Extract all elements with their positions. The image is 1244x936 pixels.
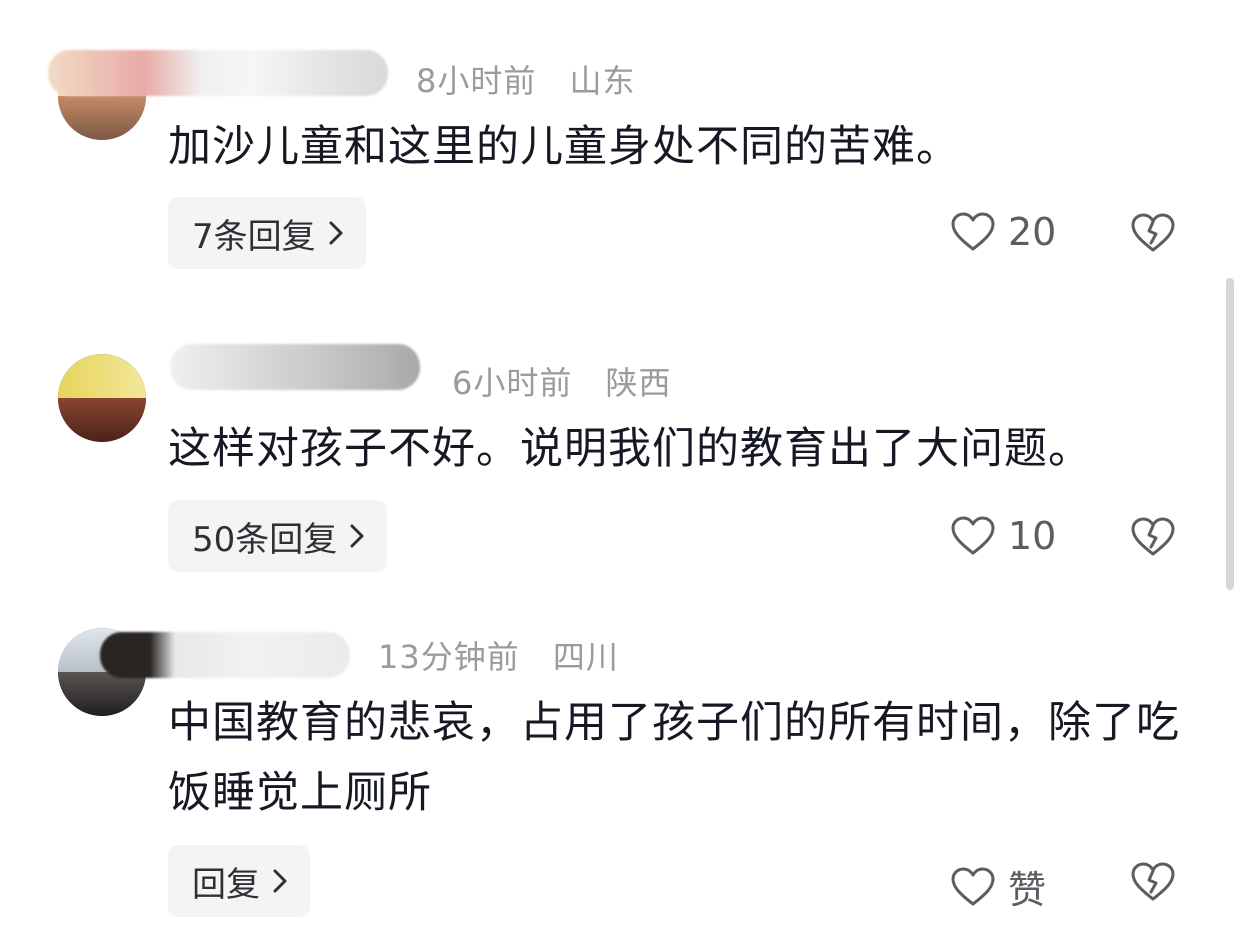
broken-heart-icon[interactable]: [1130, 516, 1176, 558]
comment-time: 8小时前: [416, 62, 537, 100]
view-replies-button[interactable]: 7条回复: [168, 197, 366, 269]
like-count: 10: [1008, 514, 1057, 558]
comment-meta: 13分钟前 四川: [378, 632, 641, 678]
comment-location: 山东: [569, 62, 636, 100]
comment-text: 中国教育的悲哀，占用了孩子们的所有时间，除了吃饭睡觉上厕所: [168, 698, 1180, 818]
username-redacted[interactable]: [100, 632, 350, 678]
reply-button-label: 回复: [192, 864, 260, 905]
chevron-right-icon: [273, 869, 287, 893]
comment-text: 这样对孩子不好。说明我们的教育出了大问题。: [168, 424, 1092, 474]
heart-outline-icon: [951, 516, 995, 555]
comment-meta: 8小时前 山东: [416, 56, 658, 102]
reply-button-label: 7条回复: [192, 216, 316, 257]
heart-outline-icon: [951, 212, 995, 251]
broken-heart-icon[interactable]: [1130, 212, 1176, 254]
comment-location: 四川: [552, 638, 619, 676]
reply-button[interactable]: 回复: [168, 845, 310, 917]
comment-time: 6小时前: [452, 364, 573, 402]
heart-outline-icon: [951, 867, 995, 905]
username-redacted[interactable]: [170, 344, 420, 390]
view-replies-button[interactable]: 50条回复: [168, 500, 388, 572]
broken-heart-icon[interactable]: [1130, 861, 1176, 903]
comment-text: 加沙儿童和这里的儿童身处不同的苦难。: [168, 122, 960, 172]
comment-location: 陕西: [605, 364, 672, 402]
comment-meta: 6小时前 陕西: [452, 358, 694, 404]
like-count: 20: [1008, 210, 1057, 254]
chevron-right-icon: [350, 524, 364, 548]
like-button[interactable]: 20: [950, 210, 1056, 254]
comment-time: 13分钟前: [378, 638, 520, 676]
like-button[interactable]: 10: [950, 514, 1056, 558]
like-button[interactable]: 赞: [950, 859, 1046, 914]
chevron-right-icon: [329, 221, 343, 245]
scrollbar[interactable]: [1226, 278, 1234, 590]
reply-button-label: 50条回复: [192, 519, 338, 560]
avatar[interactable]: [58, 354, 146, 442]
like-count: 赞: [1008, 868, 1047, 912]
username-redacted[interactable]: [48, 50, 388, 96]
